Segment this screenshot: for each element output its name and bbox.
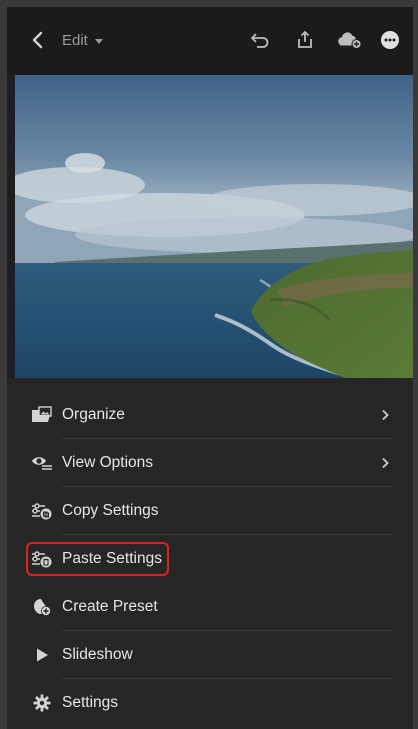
menu-item-label: Create Preset [62, 598, 158, 615]
edit-mode-dropdown[interactable]: Edit [62, 29, 103, 51]
menu-item-label: Organize [62, 406, 125, 423]
edit-mode-label: Edit [62, 31, 88, 49]
share-icon[interactable] [292, 27, 318, 53]
menu-item-create-preset[interactable]: Create Preset [7, 583, 413, 631]
menu-item-label: Paste Settings [62, 550, 162, 567]
menu-item-copy-settings[interactable]: Copy Settings [7, 487, 413, 535]
chevron-left-icon[interactable] [27, 29, 49, 51]
menu-item-settings[interactable]: Settings [7, 679, 413, 727]
menu-item-organize[interactable]: Organize [7, 391, 413, 439]
chevron-right-icon [379, 456, 391, 470]
create-preset-icon [31, 596, 53, 618]
photo-preview [15, 75, 413, 378]
caret-down-icon [94, 38, 103, 44]
paste-settings-icon [31, 548, 53, 570]
window-frame-right [413, 0, 418, 729]
menu-item-paste-settings[interactable]: Paste Settings [7, 535, 413, 583]
menu-item-label: Settings [62, 694, 119, 711]
menu-item-label: Slideshow [62, 646, 133, 663]
menu-item-label: View Options [62, 454, 154, 471]
chevron-right-icon [379, 408, 391, 422]
window-frame-left [0, 0, 7, 729]
copy-settings-icon [31, 500, 53, 522]
app-window: Edit Organize View Options Copy Settings… [7, 7, 413, 729]
play-icon [31, 644, 53, 666]
menu-item-slideshow[interactable]: Slideshow [7, 631, 413, 679]
view-options-icon [31, 452, 53, 474]
window-frame-top [0, 0, 418, 7]
folder-image-icon [31, 404, 53, 426]
more-icon[interactable] [377, 27, 403, 53]
gear-icon [31, 692, 53, 714]
menu-item-view-options[interactable]: View Options [7, 439, 413, 487]
undo-icon[interactable] [247, 27, 273, 53]
cloud-add-icon[interactable] [337, 27, 363, 53]
menu-item-label: Copy Settings [62, 502, 159, 519]
top-bar: Edit [7, 7, 413, 75]
action-menu: Organize View Options Copy Settings Past… [7, 378, 413, 729]
